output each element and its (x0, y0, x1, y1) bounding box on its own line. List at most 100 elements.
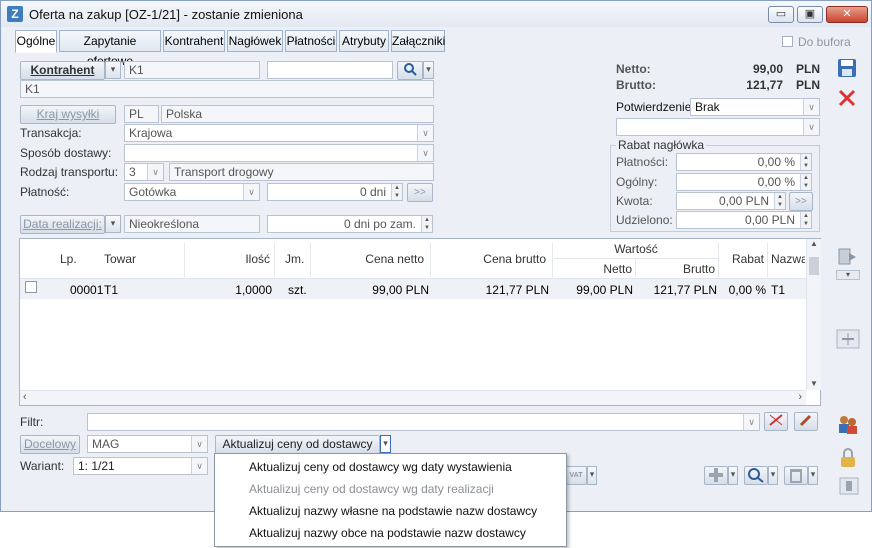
cell-jm: szt. (288, 283, 307, 297)
data-realizacji-field[interactable]: Nieokreślona (124, 215, 260, 233)
filtr-input[interactable]: ∨ (87, 413, 760, 431)
tab-platnosci[interactable]: Płatności (285, 30, 337, 52)
find-dropdown[interactable]: ▾ (768, 466, 778, 485)
header-cena-netto[interactable]: Cena netto (312, 252, 424, 266)
menu-item-nazwy-wlasne[interactable]: Aktualizuj nazwy własne na podstawie naz… (249, 500, 537, 522)
kontrahent-name-field[interactable]: K1 (20, 80, 434, 98)
extra-select[interactable]: ∨ (616, 118, 820, 136)
kontrahent-button[interactable]: Kontrahent (20, 61, 105, 80)
chevron-down-icon: ∨ (803, 99, 819, 115)
lock-icon[interactable] (836, 447, 860, 469)
spinner-icon[interactable]: ▲ ▼ (800, 174, 811, 190)
vat-dropdown[interactable]: ▾ (587, 466, 597, 485)
find-item-button[interactable] (744, 466, 768, 485)
do-bufora-label: Do bufora (798, 35, 851, 49)
vat-button[interactable]: VAT (565, 466, 587, 485)
scroll-down-icon[interactable]: ▼ (807, 379, 821, 388)
scroll-up-icon[interactable]: ▲ (807, 239, 821, 248)
platnosc-label: Płatność: (20, 185, 70, 199)
chevron-down-icon: ∨ (417, 125, 433, 141)
magazyn-select[interactable]: MAG ∨ (87, 435, 208, 453)
docelowy-button[interactable]: Docelowy (20, 435, 80, 454)
potwierdzenie-select[interactable]: Brak ∨ (690, 98, 820, 116)
udzielono-field[interactable]: 0,00 PLN ▲ ▼ (676, 211, 812, 229)
rabat-platnosci-field[interactable]: 0,00 % ▲ ▼ (676, 153, 812, 171)
data-realizacji-dropdown[interactable]: ▾ (105, 215, 121, 233)
minimize-button[interactable]: ▭ (768, 6, 794, 23)
header-ilosc[interactable]: Ilość (186, 252, 270, 266)
scroll-right-icon[interactable]: › (798, 391, 802, 403)
header-brutto[interactable]: Brutto (637, 262, 715, 276)
add-dropdown[interactable]: ▾ (728, 466, 738, 485)
aktualizuj-ceny-button[interactable]: Aktualizuj ceny od dostawcy (215, 435, 380, 454)
spinner-icon[interactable]: ▲ ▼ (391, 184, 402, 200)
aktualizuj-dropdown[interactable]: ▾ (380, 435, 391, 453)
platnosc-select[interactable]: Gotówka ∨ (124, 183, 260, 201)
rodzaj-transportu-name[interactable]: Transport drogowy (169, 163, 434, 181)
pin-icon[interactable] (839, 477, 863, 499)
filter-settings-button[interactable] (794, 412, 818, 431)
users-icon[interactable] (836, 413, 860, 435)
split-icon[interactable] (836, 329, 860, 351)
header-lp[interactable]: Lp. (60, 252, 77, 266)
tab-zapytanie-ofertowe[interactable]: Zapytanie ofertowe (59, 30, 161, 68)
header-towar[interactable]: Towar (104, 252, 136, 266)
header-rabat[interactable]: Rabat (720, 252, 764, 266)
search-dropdown[interactable]: ▾ (423, 61, 434, 79)
spinner-icon[interactable]: ▲ ▼ (421, 216, 432, 232)
header-cena-brutto[interactable]: Cena brutto (432, 252, 546, 266)
wariant-label: Wariant: (20, 459, 65, 473)
save-icon[interactable] (836, 57, 860, 79)
scroll-left-icon[interactable]: ‹ (23, 391, 27, 403)
maximize-button[interactable]: ▣ (797, 6, 823, 23)
kraj-code-field[interactable]: PL (124, 105, 159, 123)
platnosc-days-field[interactable]: 0 dni ▲ ▼ (267, 183, 403, 201)
delete-item-button[interactable] (784, 466, 808, 485)
header-jm[interactable]: Jm. (285, 252, 304, 266)
sposob-dostawy-select[interactable]: ∨ (124, 144, 434, 162)
tab-naglowek[interactable]: Nagłówek (227, 30, 283, 52)
menu-item-nazwy-obce[interactable]: Aktualizuj nazwy obce na podstawie nazw … (249, 522, 526, 544)
header-nazwa[interactable]: Nazwa (771, 252, 805, 266)
tab-kontrahent[interactable]: Kontrahent (163, 30, 225, 52)
tab-zalaczniki[interactable]: Załączniki (391, 30, 445, 52)
kraj-wysylki-button[interactable]: Kraj wysyłki (20, 105, 116, 124)
add-item-button[interactable] (704, 466, 728, 485)
menu-item-ceny-wg-daty-realizacji[interactable]: Aktualizuj ceny od dostawcy wg daty real… (249, 478, 494, 500)
rabat-ogolny-field[interactable]: 0,00 % ▲ ▼ (676, 173, 812, 191)
tab-ogolne[interactable]: Ogólne (15, 30, 57, 53)
menu-item-ceny-wg-daty-wystawienia[interactable]: Aktualizuj ceny od dostawcy wg daty wyst… (249, 456, 512, 478)
spinner-icon[interactable]: ▲ ▼ (800, 154, 811, 170)
cancel-icon[interactable] (836, 87, 860, 109)
close-button[interactable]: ✕ (826, 6, 868, 23)
document-arrow-icon[interactable] (836, 246, 860, 268)
forward-button[interactable]: >> (407, 183, 433, 202)
data-days-field[interactable]: 0 dni po zam. ▲ ▼ (267, 215, 433, 233)
clear-filter-button[interactable] (764, 412, 788, 431)
spinner-icon[interactable]: ▲ ▼ (774, 193, 785, 209)
data-days-value: 0 dni po zam. (343, 217, 416, 231)
header-netto[interactable]: Netto (554, 262, 632, 276)
kontrahent-search-field[interactable] (267, 61, 393, 79)
chevron-down-icon: ∨ (191, 436, 207, 452)
wariant-select[interactable]: 1: 1/21 ∨ (73, 457, 208, 475)
vertical-scrollbar[interactable]: ▲ ▼ (806, 239, 821, 390)
search-button[interactable] (397, 61, 423, 80)
kontrahent-dropdown[interactable]: ▾ (105, 61, 121, 79)
rodzaj-transportu-select[interactable]: 3 ∨ (124, 163, 164, 181)
scroll-thumb[interactable] (809, 257, 819, 275)
transakcja-select[interactable]: Krajowa ∨ (124, 124, 434, 142)
header-wartosc[interactable]: Wartość (554, 242, 718, 256)
rabat-kwota-field[interactable]: 0,00 PLN ▲ ▼ (676, 192, 786, 210)
horizontal-scrollbar[interactable]: ‹ › (20, 390, 806, 405)
dropdown-arrow-icon[interactable]: ▾ (836, 270, 860, 280)
do-bufora-checkbox[interactable] (782, 36, 793, 47)
spinner-icon[interactable]: ▲ ▼ (800, 212, 811, 228)
delete-dropdown[interactable]: ▾ (808, 466, 818, 485)
kraj-name-field[interactable]: Polska (161, 105, 434, 123)
tab-atrybuty[interactable]: Atrybuty (339, 30, 389, 52)
data-realizacji-button[interactable]: Data realizacji: (20, 215, 105, 234)
rabat-forward-button[interactable]: >> (789, 192, 813, 211)
kontrahent-code-field[interactable]: K1 (124, 61, 260, 79)
row-checkbox[interactable] (25, 281, 37, 293)
